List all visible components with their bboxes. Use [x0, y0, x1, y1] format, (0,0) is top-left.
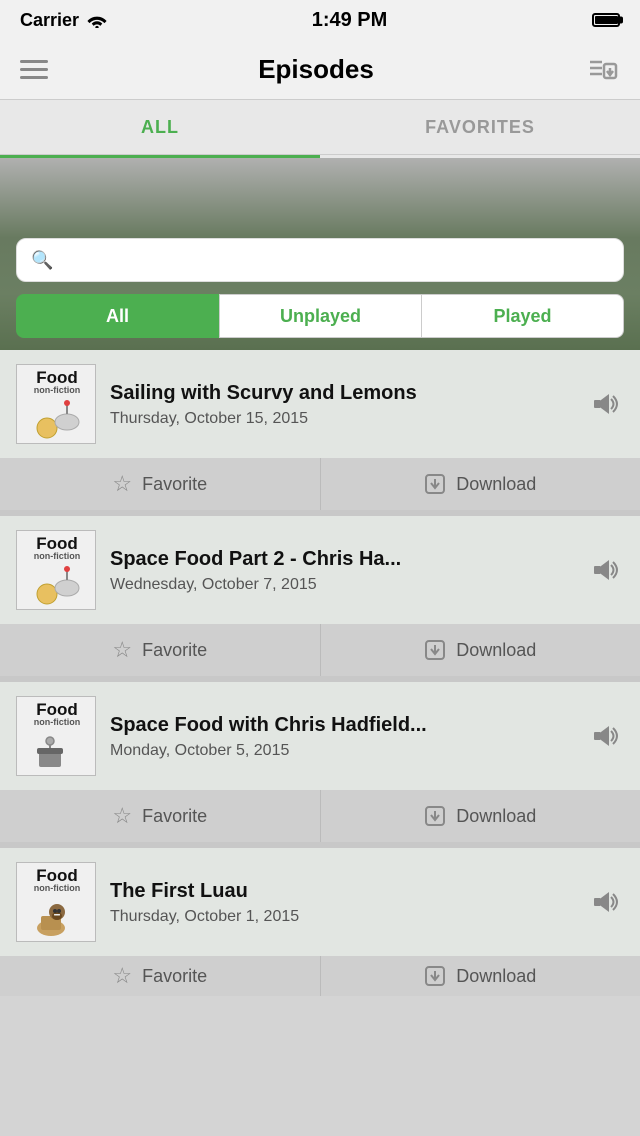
- episode-card: Food non-fiction Space Food with Chris H…: [0, 682, 640, 842]
- download-label-2: Download: [456, 640, 536, 661]
- search-input[interactable]: [63, 251, 609, 269]
- star-icon-2: ☆: [112, 637, 132, 663]
- thumb-title-4: Food: [36, 867, 78, 884]
- episode-thumbnail: Food non-fiction: [16, 862, 96, 942]
- episode-title-3: Space Food with Chris Hadfield...: [110, 712, 574, 738]
- episode-info: The First Luau Thursday, October 1, 2015: [110, 878, 574, 926]
- status-bar: Carrier 1:49 PM: [0, 0, 640, 40]
- speaker-icon-3: [588, 718, 624, 754]
- episode-info: Sailing with Scurvy and Lemons Thursday,…: [110, 380, 574, 428]
- speaker-icon-4: [588, 884, 624, 920]
- episode-actions-1: ☆ Favorite Download: [0, 458, 640, 510]
- favorite-button-4[interactable]: ☆ Favorite: [0, 956, 321, 996]
- download-label-4: Download: [456, 966, 536, 987]
- art-bg-strip: [0, 158, 640, 238]
- thumb-sub-2: non-fiction: [34, 552, 81, 562]
- episode-date-3: Monday, October 5, 2015: [110, 742, 574, 760]
- download-arrow-2: [424, 639, 446, 661]
- tabs-container: ALL FAVORITES: [0, 100, 640, 155]
- speaker-icon-1: [588, 386, 624, 422]
- download-label-1: Download: [456, 474, 536, 495]
- episode-top: Food non-fiction: [0, 848, 640, 956]
- episode-top: Food non-fiction Space Food with Chris H…: [0, 682, 640, 790]
- thumb-sub-3: non-fiction: [34, 718, 81, 728]
- download-button-2[interactable]: Download: [321, 624, 640, 676]
- episodes-list: Food non-fiction Sailing with Scurvy and…: [0, 350, 640, 996]
- download-button-1[interactable]: Download: [321, 458, 640, 510]
- thumb-title-3: Food: [36, 701, 78, 718]
- download-button-4[interactable]: Download: [321, 956, 640, 996]
- thumb-art-4: [31, 898, 83, 938]
- episode-info: Space Food with Chris Hadfield... Monday…: [110, 712, 574, 760]
- thumb-art-3: [31, 732, 83, 772]
- download-arrow-1: [424, 473, 446, 495]
- favorite-button-2[interactable]: ☆ Favorite: [0, 624, 321, 676]
- filter-played-button[interactable]: Played: [421, 294, 624, 338]
- speaker-icon-2: [588, 552, 624, 588]
- episode-thumbnail: Food non-fiction: [16, 530, 96, 610]
- status-time: 1:49 PM: [312, 9, 388, 32]
- search-icon: 🔍: [31, 250, 53, 271]
- thumb-art-2: [31, 566, 83, 606]
- episode-card: Food non-fiction Sailing with Scurvy and…: [0, 350, 640, 510]
- tab-all[interactable]: ALL: [0, 100, 320, 154]
- episode-thumbnail: Food non-fiction: [16, 364, 96, 444]
- thumb-title-1: Food: [36, 369, 78, 386]
- favorite-label-3: Favorite: [142, 806, 207, 827]
- episode-card: Food non-fiction: [0, 848, 640, 996]
- thumb-sub-4: non-fiction: [34, 884, 81, 894]
- tabs-section: ALL FAVORITES: [0, 100, 640, 158]
- episode-thumbnail: Food non-fiction: [16, 696, 96, 776]
- favorite-label-4: Favorite: [142, 966, 207, 987]
- favorite-label-2: Favorite: [142, 640, 207, 661]
- nav-bar: Episodes: [0, 40, 640, 100]
- star-icon-1: ☆: [112, 471, 132, 497]
- download-button-3[interactable]: Download: [321, 790, 640, 842]
- wifi-icon: [87, 12, 107, 28]
- filter-unplayed-button[interactable]: Unplayed: [219, 294, 421, 338]
- thumb-title-2: Food: [36, 535, 78, 552]
- thumb-art-1: [31, 400, 83, 440]
- star-icon-3: ☆: [112, 803, 132, 829]
- episode-info: Space Food Part 2 - Chris Ha... Wednesda…: [110, 546, 574, 594]
- menu-button[interactable]: [20, 60, 48, 79]
- episode-actions-4: ☆ Favorite Download: [0, 956, 640, 996]
- thumb-sub-1: non-fiction: [34, 386, 81, 396]
- status-right: [592, 13, 620, 27]
- episode-title-2: Space Food Part 2 - Chris Ha...: [110, 546, 574, 572]
- filter-all-button[interactable]: All: [16, 294, 219, 338]
- episode-date-4: Thursday, October 1, 2015: [110, 908, 574, 926]
- episode-title-4: The First Luau: [110, 878, 574, 904]
- page-title: Episodes: [258, 54, 374, 85]
- favorite-button-3[interactable]: ☆ Favorite: [0, 790, 321, 842]
- battery-icon: [592, 13, 620, 27]
- download-arrow-3: [424, 805, 446, 827]
- favorite-label-1: Favorite: [142, 474, 207, 495]
- episode-actions-3: ☆ Favorite Download: [0, 790, 640, 842]
- episode-date-1: Thursday, October 15, 2015: [110, 410, 574, 428]
- search-section: 🔍: [0, 238, 640, 294]
- download-label-3: Download: [456, 806, 536, 827]
- carrier-label: Carrier: [20, 10, 79, 31]
- episode-top: Food non-fiction Sailing with Scurvy and…: [0, 350, 640, 458]
- filter-bar: All Unplayed Played: [0, 294, 640, 350]
- episode-actions-2: ☆ Favorite Download: [0, 624, 640, 676]
- download-queue-button[interactable]: [584, 52, 620, 88]
- search-bar: 🔍: [16, 238, 624, 282]
- episode-top: Food non-fiction Space Food Part 2 - Chr…: [0, 516, 640, 624]
- favorite-button-1[interactable]: ☆ Favorite: [0, 458, 321, 510]
- star-icon-4: ☆: [112, 963, 132, 989]
- status-left: Carrier: [20, 10, 107, 31]
- episode-title-1: Sailing with Scurvy and Lemons: [110, 380, 574, 406]
- episode-date-2: Wednesday, October 7, 2015: [110, 576, 574, 594]
- episode-card: Food non-fiction Space Food Part 2 - Chr…: [0, 516, 640, 676]
- tab-favorites[interactable]: FAVORITES: [320, 100, 640, 154]
- download-arrow-4: [424, 965, 446, 987]
